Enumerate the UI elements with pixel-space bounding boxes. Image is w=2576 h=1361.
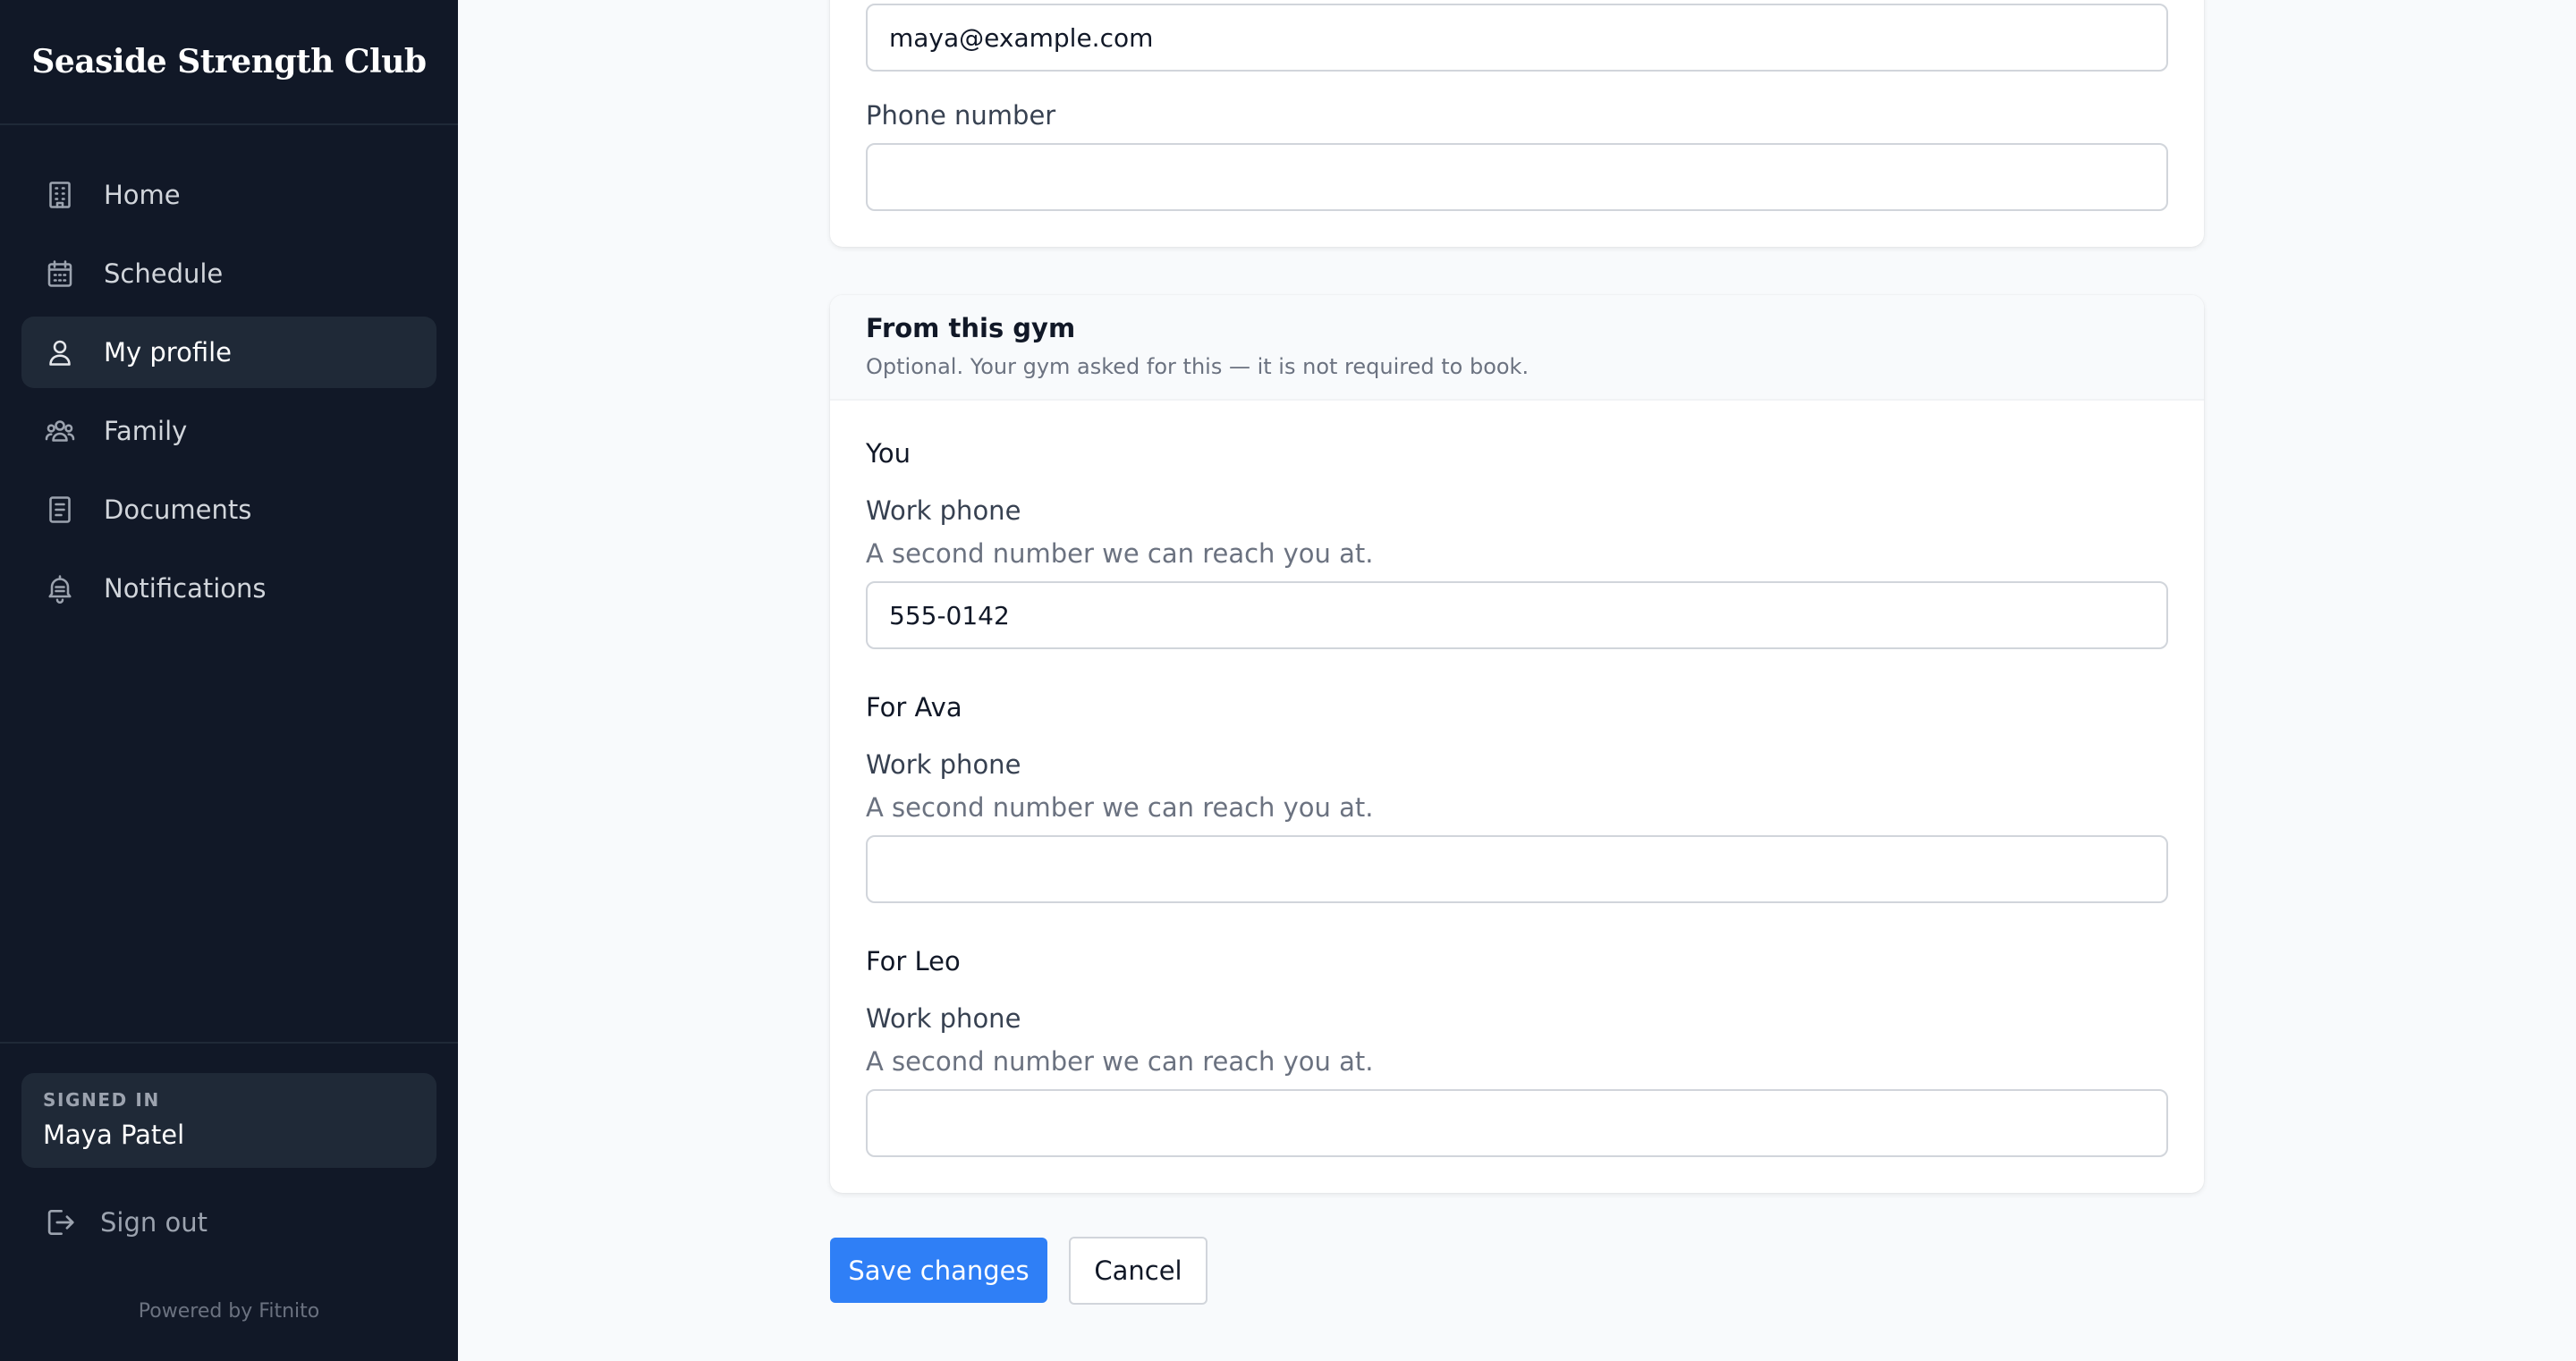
work-phone-label: Work phone [866, 749, 1021, 780]
work-phone-field-leo[interactable] [866, 1089, 2168, 1157]
sign-out-button[interactable]: Sign out [43, 1205, 208, 1239]
cancel-button[interactable]: Cancel [1069, 1237, 1208, 1305]
work-phone-help: A second number we can reach you at. [866, 538, 1374, 569]
sidebar-nav: Home Schedule My profile Family Document… [21, 159, 436, 631]
sidebar-item-schedule[interactable]: Schedule [21, 238, 436, 309]
signed-in-card: SIGNED IN Maya Patel [21, 1073, 436, 1168]
work-phone-label: Work phone [866, 1003, 1021, 1034]
bell-icon [43, 571, 77, 605]
building-icon [43, 178, 77, 212]
sidebar-item-label: My profile [104, 337, 233, 368]
sidebar-item-label: Notifications [104, 573, 267, 604]
signed-in-name: Maya Patel [43, 1120, 185, 1150]
gym-card-title: From this gym [866, 313, 1076, 343]
powered-by: Powered by Fitnito [138, 1300, 320, 1323]
save-changes-button[interactable]: Save changes [830, 1238, 1047, 1303]
work-phone-field-ava[interactable] [866, 835, 2168, 903]
sidebar-item-my-profile[interactable]: My profile [21, 317, 436, 388]
section-heading-leo: For Leo [866, 946, 961, 976]
users-icon [43, 414, 77, 448]
brand-title: Seaside Strength Club [0, 0, 458, 125]
sidebar-item-label: Schedule [104, 258, 224, 289]
contact-card: Phone number [830, 0, 2204, 247]
sidebar-item-notifications[interactable]: Notifications [21, 553, 436, 624]
document-icon [43, 493, 77, 527]
section-heading-ava: For Ava [866, 692, 962, 723]
gym-card-subtitle: Optional. Your gym asked for this — it i… [866, 354, 1530, 379]
gym-questions-card: From this gym Optional. Your gym asked f… [830, 295, 2204, 1193]
sign-out-icon [47, 1209, 74, 1236]
phone-field[interactable] [866, 143, 2168, 211]
section-heading-you: You [866, 438, 911, 469]
user-icon [43, 335, 77, 369]
sidebar-item-label: Documents [104, 495, 252, 525]
phone-label: Phone number [866, 100, 1056, 131]
work-phone-field-you[interactable] [866, 581, 2168, 649]
work-phone-help: A second number we can reach you at. [866, 1046, 1374, 1077]
sidebar-divider [0, 1042, 458, 1044]
sidebar: Seaside Strength Club Home Schedule My p… [0, 0, 458, 1361]
email-field[interactable] [866, 4, 2168, 72]
sidebar-item-documents[interactable]: Documents [21, 474, 436, 545]
work-phone-label: Work phone [866, 495, 1021, 526]
gym-card-header: From this gym Optional. Your gym asked f… [830, 295, 2204, 401]
sidebar-item-home[interactable]: Home [21, 159, 436, 231]
app-root: Seaside Strength Club Home Schedule My p… [0, 0, 2576, 1361]
sidebar-item-family[interactable]: Family [21, 395, 436, 467]
sidebar-item-label: Home [104, 180, 181, 210]
calendar-icon [43, 257, 77, 291]
signed-in-label: SIGNED IN [43, 1089, 160, 1111]
sidebar-item-label: Family [104, 416, 188, 446]
work-phone-help: A second number we can reach you at. [866, 792, 1374, 823]
sign-out-label: Sign out [100, 1207, 208, 1238]
